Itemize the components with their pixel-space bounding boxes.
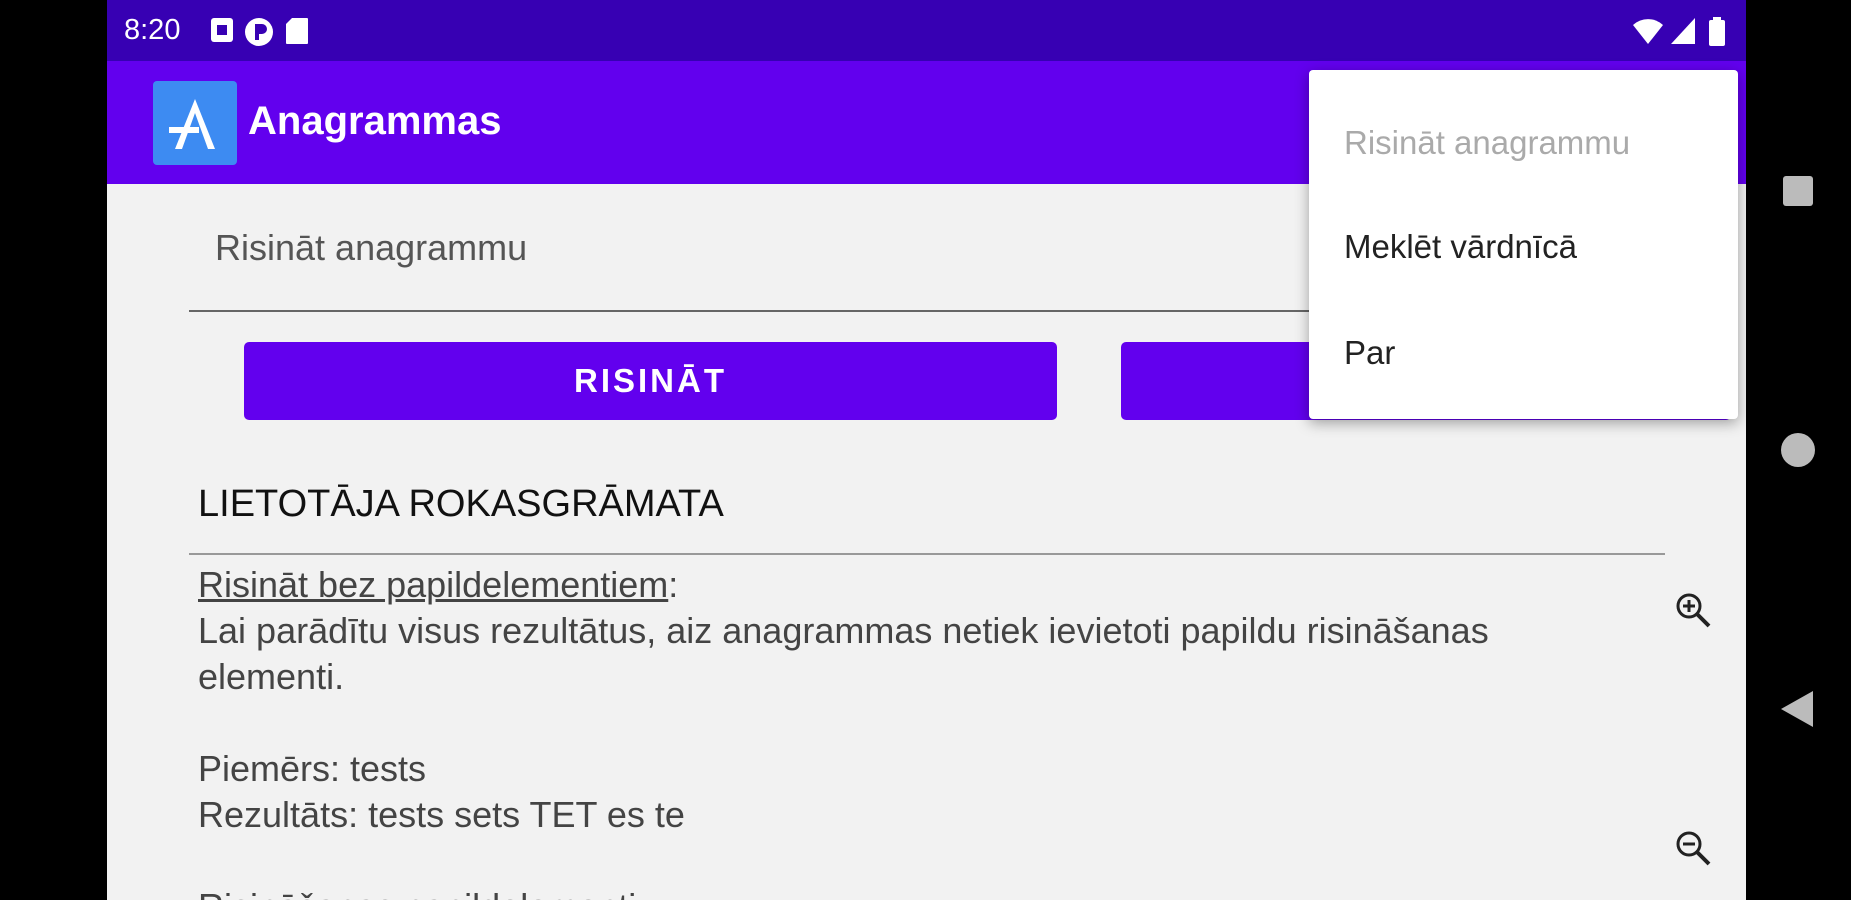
- menu-item-about[interactable]: Par: [1344, 334, 1395, 372]
- menu-item-solve-anagram: Risināt anagrammu: [1344, 124, 1631, 161]
- menu-item-search-dictionary[interactable]: Meklēt vārdnīcā: [1344, 228, 1577, 266]
- overflow-menu: Risināt anagrammu Meklēt vārdnīcā Par: [1309, 70, 1738, 419]
- sd-card-icon: [286, 18, 308, 44]
- wifi-icon: [1633, 19, 1663, 44]
- manual-content: Risināt bez papildelementiem: Lai parādī…: [198, 562, 1618, 900]
- app-notification-icon: [245, 18, 273, 46]
- manual-heading: LIETOTĀJA ROKASGRĀMATA: [198, 483, 724, 525]
- notification-icon: [211, 18, 233, 42]
- cell-signal-icon: [1671, 18, 1695, 44]
- app-logo-icon: [169, 99, 215, 149]
- manual-subheading-colon: :: [668, 564, 679, 605]
- manual-subheading: Risināt bez papildelementiem: [198, 564, 669, 605]
- zoom-in-icon[interactable]: [1673, 590, 1713, 630]
- solve-button[interactable]: RISINĀT: [244, 342, 1057, 420]
- manual-example: Piemērs: tests: [198, 748, 427, 789]
- back-button-icon[interactable]: [1780, 690, 1814, 728]
- app-title: Anagrammas: [248, 99, 502, 143]
- app-logo: [153, 81, 237, 165]
- manual-next-heading: Risināšanas papildelementi:: [198, 884, 1618, 900]
- battery-icon: [1709, 17, 1725, 46]
- manual-description: Lai parādītu visus rezultātus, aiz anagr…: [198, 610, 1489, 697]
- status-bar: 8:20: [107, 0, 1746, 61]
- home-button-icon[interactable]: [1780, 432, 1816, 468]
- app-screen: 8:20 Anagrammas Risināt anagrammu RISINĀ…: [107, 0, 1746, 900]
- recents-button-icon[interactable]: [1782, 175, 1814, 207]
- divider: [189, 553, 1665, 555]
- manual-result: Rezultāts: tests sets TET es te: [198, 794, 685, 835]
- zoom-out-icon[interactable]: [1673, 828, 1713, 868]
- status-time: 8:20: [124, 14, 181, 46]
